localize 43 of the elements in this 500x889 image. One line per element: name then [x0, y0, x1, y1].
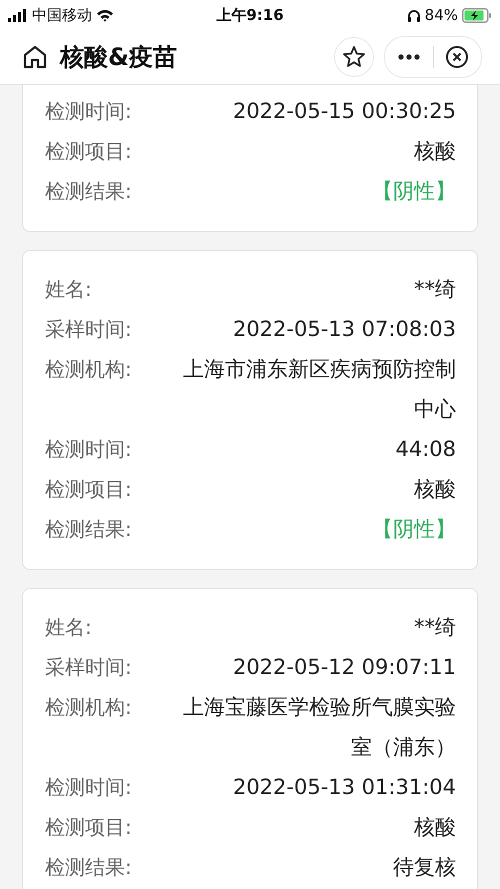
field-label: 检测时间:: [45, 774, 133, 801]
field-label: 采样时间:: [45, 316, 133, 343]
headphones-icon: [406, 8, 421, 22]
field-label: 姓名:: [45, 276, 93, 303]
field-label: 检测时间:: [45, 436, 133, 463]
wifi-icon: [96, 8, 114, 22]
field-label: 检测结果:: [45, 178, 133, 205]
signal-icon: [8, 8, 28, 22]
field-value: 核酸: [413, 814, 456, 841]
more-icon: [398, 54, 420, 60]
field-value: 待复核: [392, 854, 456, 881]
field-label: 检测结果:: [45, 516, 133, 543]
field-value: 2022-05-12 09:07:11: [232, 654, 456, 681]
battery-percent: 84%: [424, 6, 458, 24]
page-title: 核酸&疫苗: [60, 42, 177, 73]
field-value: 核酸: [413, 138, 456, 165]
battery-charging-icon: [462, 8, 492, 22]
field-label: 检测结果:: [45, 854, 133, 881]
field-label: 采样时间:: [45, 654, 133, 681]
field-label: 检测项目:: [45, 138, 133, 165]
field-label: 检测项目:: [45, 476, 133, 503]
field-label: 检测机构:: [45, 356, 133, 383]
field-value: 上海宝藤医学检验所气膜实验室（浦东）: [182, 694, 456, 761]
field-label: 检测项目:: [45, 814, 133, 841]
close-icon: [445, 45, 470, 69]
field-label: 检测机构:: [45, 694, 133, 721]
field-value: 2022-05-15 00:30:25: [232, 98, 456, 125]
field-label: 检测时间:: [45, 98, 133, 125]
home-icon[interactable]: [22, 44, 48, 70]
star-icon: [342, 45, 366, 69]
field-value: 【阴性】: [371, 178, 456, 205]
field-value: **绮: [413, 276, 456, 303]
field-label: 姓名:: [45, 614, 93, 641]
field-value: 核酸: [413, 476, 456, 503]
field-value: 2022-05-13 01:31:04: [232, 774, 456, 801]
field-value: **绮: [413, 614, 456, 641]
carrier-name: 中国移动: [32, 6, 92, 24]
clock-time: 上午9:16: [216, 6, 284, 24]
field-value: 【阴性】: [371, 516, 456, 543]
field-value: 44:08: [394, 436, 456, 463]
favorite-button[interactable]: [334, 37, 374, 77]
field-value: 2022-05-13 07:08:03: [232, 316, 456, 343]
field-value: 上海市浦东新区疾病预防控制中心: [182, 356, 456, 423]
